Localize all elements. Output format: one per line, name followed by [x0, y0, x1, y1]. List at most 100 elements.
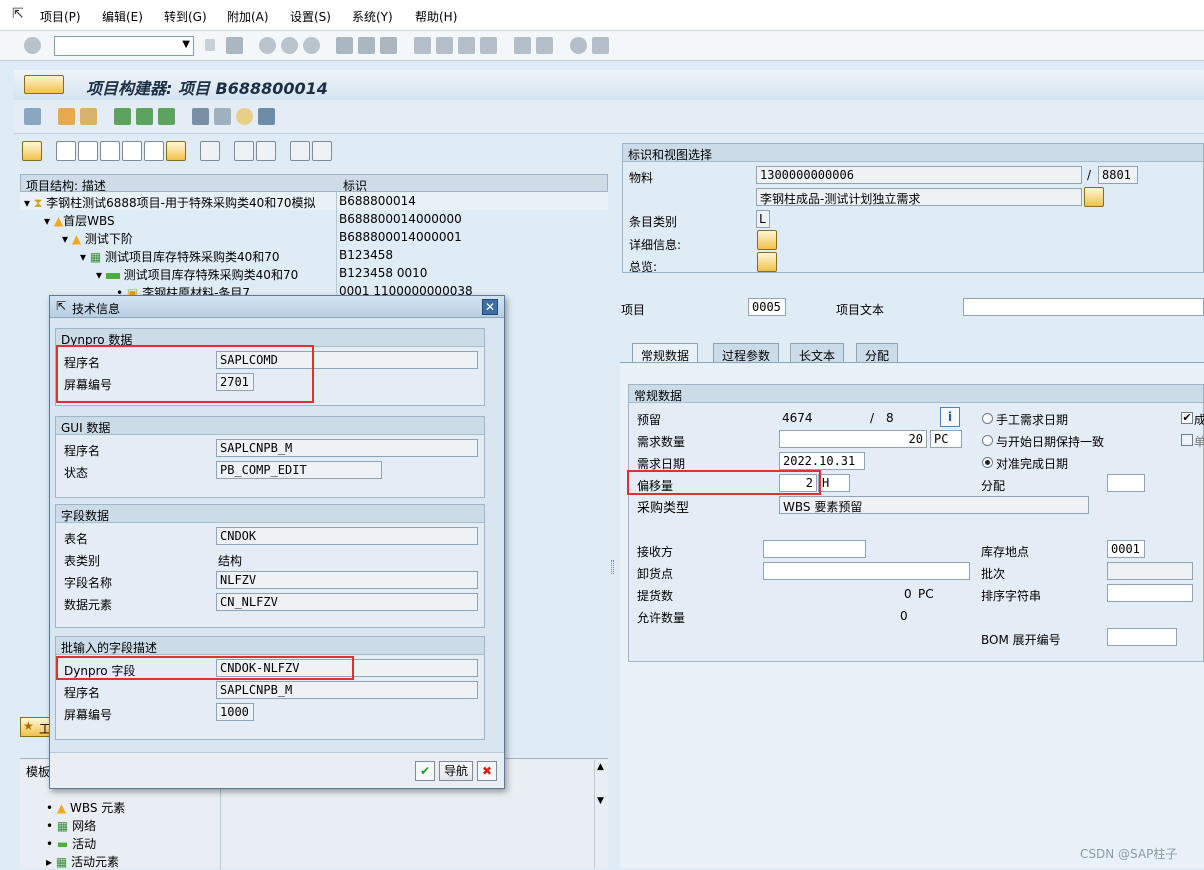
tab-process-params[interactable]: 过程参数	[713, 343, 780, 363]
check-2-box[interactable]	[1181, 434, 1193, 446]
exit-icon[interactable]	[281, 37, 298, 54]
batch-prog-field[interactable]: SAPLCNPB_M	[216, 681, 478, 699]
material-field[interactable]: 1300000000006	[756, 166, 1082, 184]
tab-long-text[interactable]: 长文本	[790, 343, 845, 363]
sort-field[interactable]	[1107, 584, 1193, 602]
tree-row[interactable]: ▾ 测试项目库存特殊采购类40和70 B123458 0010	[20, 264, 608, 282]
info-icon[interactable]: i	[940, 407, 960, 427]
collapse-button[interactable]	[312, 141, 332, 161]
cancel-button[interactable]: ✖	[477, 761, 497, 781]
display-change-icon[interactable]	[24, 108, 41, 125]
cancel-icon[interactable]	[303, 37, 320, 54]
save-icon[interactable]	[226, 37, 243, 54]
network-icon[interactable]	[136, 108, 153, 125]
layout-icon[interactable]	[592, 37, 609, 54]
paste-button[interactable]	[122, 141, 142, 161]
cut-button[interactable]	[78, 141, 98, 161]
command-field[interactable]: ▼	[54, 36, 194, 56]
table-icon[interactable]	[192, 108, 209, 125]
plant-field[interactable]: 8801	[1098, 166, 1138, 184]
back-icon[interactable]	[205, 39, 215, 51]
transfer-icon[interactable]	[236, 108, 253, 125]
templates-scrollbar[interactable]: ▲ ▼	[594, 760, 608, 868]
detail-button[interactable]	[757, 230, 777, 250]
prev-page-icon[interactable]	[436, 37, 453, 54]
edit-icon[interactable]	[214, 108, 231, 125]
overview-button[interactable]	[757, 252, 777, 272]
batch-field[interactable]	[1107, 562, 1193, 580]
open-folder-button[interactable]	[22, 141, 42, 161]
req-qty-unit-field[interactable]: PC	[930, 430, 962, 448]
req-date-field[interactable]: 2022.10.31	[779, 452, 865, 470]
template-activity[interactable]: • ▬ 活动	[46, 835, 96, 852]
hierarchy-icon[interactable]	[114, 108, 131, 125]
title-menu-icon[interactable]	[24, 75, 64, 94]
copy-button[interactable]	[100, 141, 120, 161]
field-name-field[interactable]: NLFZV	[216, 571, 478, 589]
menu-settings[interactable]: 设置(S)	[290, 8, 331, 25]
material-desc-field[interactable]: 李钢柱成品-测试计划独立需求	[756, 188, 1082, 206]
batch-screen-field[interactable]: 1000	[216, 703, 254, 721]
tree-row[interactable]: ▾ ▦ 测试项目库存特殊采购类40和70 B123458	[20, 246, 608, 264]
chevron-down-icon[interactable]: ▼	[182, 39, 190, 50]
bom-field[interactable]	[1107, 628, 1177, 646]
scroll-up-icon[interactable]: ▲	[597, 762, 604, 772]
tree-row[interactable]: ▾ ▲首层WBS B688800014000000	[20, 210, 608, 228]
menu-project[interactable]: 项目(P)	[40, 8, 81, 25]
find-icon[interactable]	[358, 37, 375, 54]
help-icon[interactable]	[570, 37, 587, 54]
find-next-icon[interactable]	[380, 37, 397, 54]
manual-req-date-radio[interactable]	[982, 413, 993, 424]
item-category-field[interactable]: L	[756, 210, 770, 228]
tree-row[interactable]: ▾ ⧗ 李钢柱测试6888项目-用于特殊采购类40和70模拟 B68880001…	[20, 192, 608, 210]
first-page-icon[interactable]	[414, 37, 431, 54]
find-button[interactable]	[234, 141, 254, 161]
menu-extras[interactable]: 附加(A)	[227, 8, 269, 25]
nav-back-icon[interactable]	[259, 37, 276, 54]
start-date-radio[interactable]	[982, 435, 993, 446]
splitter-grip[interactable]	[611, 560, 614, 574]
template-activity-element[interactable]: ▸ ▦ 活动元素	[46, 853, 119, 870]
scroll-down-icon[interactable]: ▼	[597, 796, 604, 806]
structure-icon[interactable]	[158, 108, 175, 125]
other-object-2-icon[interactable]	[80, 108, 97, 125]
storage-field[interactable]: 0001	[1107, 540, 1145, 558]
tab-general-data[interactable]: 常规数据	[632, 343, 699, 363]
offset-unit-field[interactable]: H	[818, 474, 850, 492]
last-page-icon[interactable]	[480, 37, 497, 54]
material-picture-button[interactable]	[1084, 187, 1104, 207]
item-field[interactable]: 0005	[748, 298, 786, 316]
table-name-field[interactable]: CNDOK	[216, 527, 478, 545]
recipient-field[interactable]	[763, 540, 866, 558]
find-next-button[interactable]	[256, 141, 276, 161]
menu-exit-icon[interactable]: ⇱	[12, 6, 24, 22]
tab-assignment[interactable]: 分配	[856, 343, 899, 363]
menu-goto[interactable]: 转到(G)	[164, 8, 207, 25]
new-session-icon[interactable]	[514, 37, 531, 54]
data-element-field[interactable]: CN_NLFZV	[216, 593, 478, 611]
assignment-field[interactable]	[1107, 474, 1145, 492]
menu-edit[interactable]: 编辑(E)	[102, 8, 143, 25]
unload-field[interactable]	[763, 562, 970, 580]
delete-button[interactable]	[200, 141, 220, 161]
finish-date-radio[interactable]	[982, 457, 993, 468]
next-page-icon[interactable]	[458, 37, 475, 54]
menu-system[interactable]: 系统(Y)	[352, 8, 393, 25]
template-wbs[interactable]: • ▲ WBS 元素	[46, 799, 125, 816]
tree-row[interactable]: ▾ ▲ 测试下阶 B688800014000001	[20, 228, 608, 246]
options-icon[interactable]	[258, 108, 275, 125]
gui-prog-field[interactable]: SAPLCNPB_M	[216, 439, 478, 457]
enter-icon[interactable]	[24, 37, 41, 54]
duplicate-button[interactable]	[144, 141, 164, 161]
check-1-box[interactable]: ✔	[1181, 412, 1193, 424]
expand-button[interactable]	[290, 141, 310, 161]
print-icon[interactable]	[336, 37, 353, 54]
navigate-button[interactable]: 导航	[439, 761, 473, 781]
menu-help[interactable]: 帮助(H)	[415, 8, 457, 25]
confirm-button[interactable]: ✔	[415, 761, 435, 781]
item-text-field[interactable]	[963, 298, 1204, 316]
gui-status-field[interactable]: PB_COMP_EDIT	[216, 461, 382, 479]
req-qty-field[interactable]: 20	[779, 430, 927, 448]
new-button[interactable]	[56, 141, 76, 161]
proc-type-field[interactable]: WBS 要素预留	[779, 496, 1089, 514]
